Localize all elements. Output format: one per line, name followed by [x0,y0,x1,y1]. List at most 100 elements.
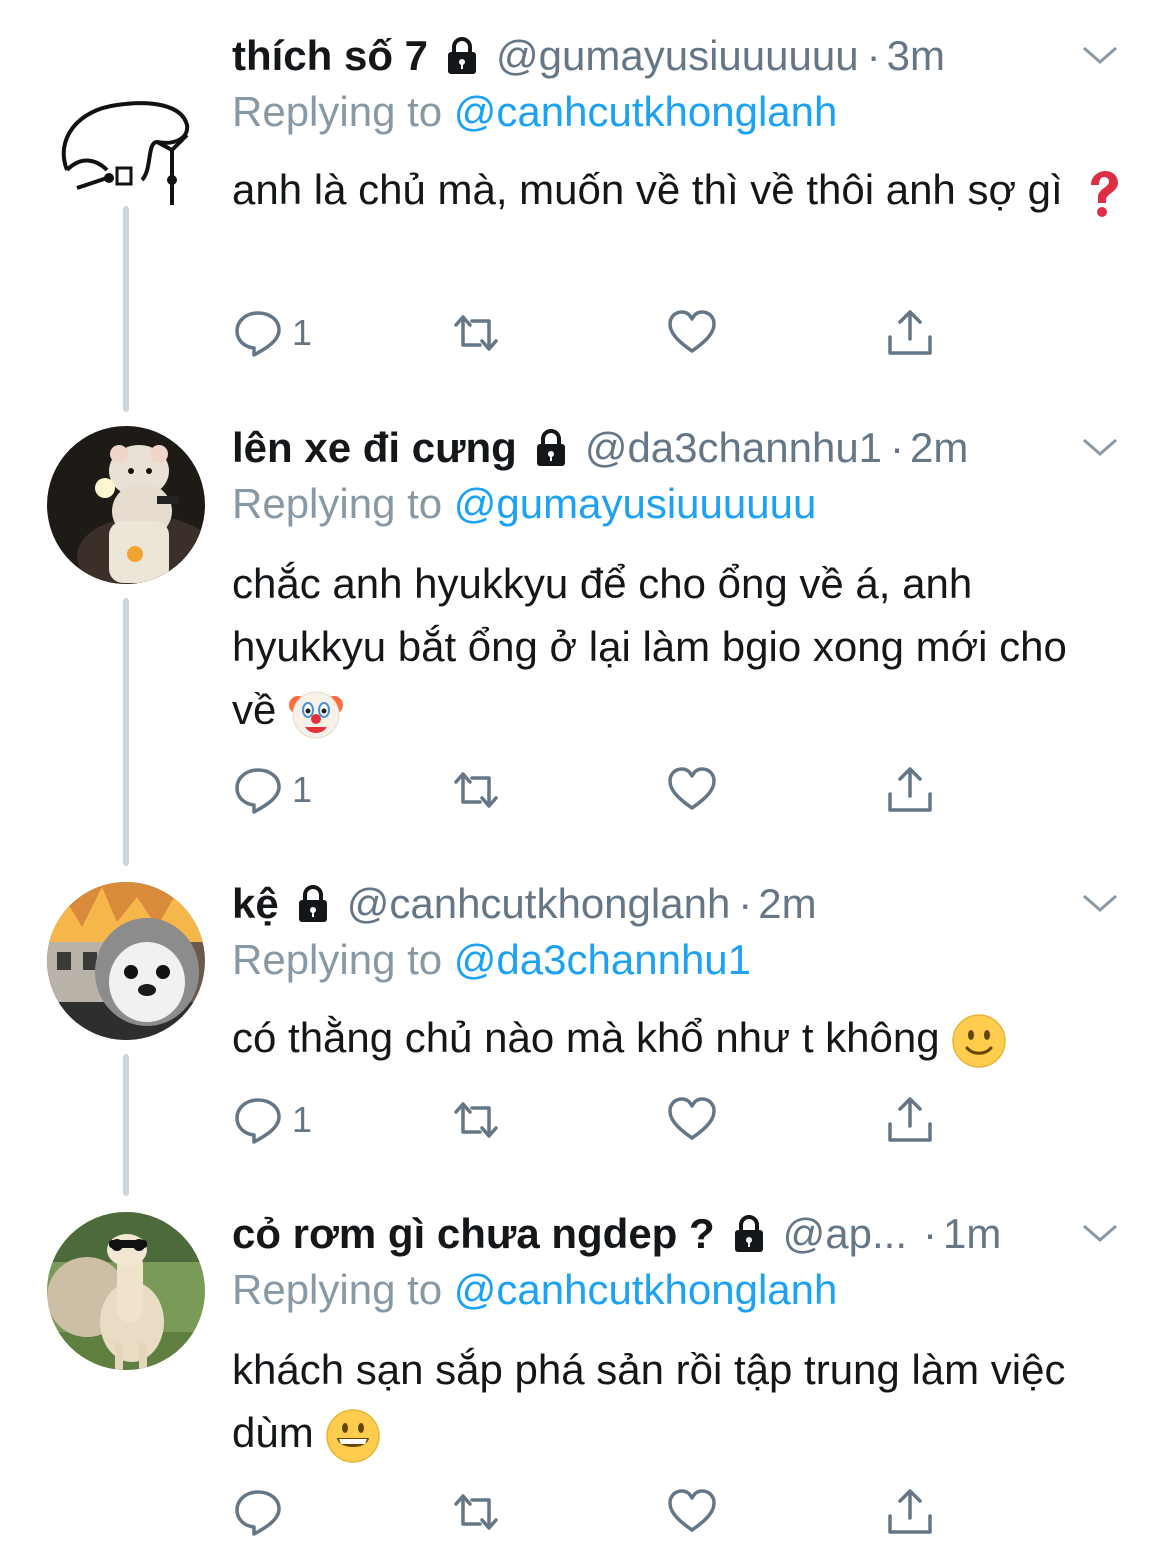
thread-line [123,1054,129,1196]
replying-to-handle[interactable]: @canhcutkhonglanh [454,88,838,135]
thread-line [123,206,129,412]
replying-label: Replying to [232,88,454,135]
hamster-avatar-icon [47,426,205,584]
like-button[interactable] [666,303,718,363]
avatar[interactable] [47,426,205,584]
replying-to: Replying to @da3channhu1 [232,936,751,984]
share-button[interactable] [884,760,936,820]
replying-to: Replying to @canhcutkhonglanh [232,88,837,136]
tweet-text: chắc anh hyukkyu để cho ổng về á, anh hy… [232,552,1112,741]
tweet[interactable]: lên xe đi cưng @da3channhu1 · 2m Replyin… [0,420,1170,866]
tweet-text: anh là chủ mà, muốn về thì về thôi anh s… [232,158,1132,221]
tweet-actions [232,1482,952,1542]
chevron-down-icon[interactable] [1080,432,1120,462]
separator-dot: · [890,424,905,471]
tweet-header: kệ @canhcutkhonglanh · 2m [232,876,1050,932]
reply-button[interactable]: 1 [232,303,312,363]
replying-label: Replying to [232,480,454,527]
reply-button[interactable] [232,1482,292,1542]
chevron-down-icon[interactable] [1080,40,1120,70]
tweet-body: chắc anh hyukkyu để cho ổng về á, anh hy… [232,560,1067,733]
display-name[interactable]: cỏ rơm gì chưa ngdep ? [232,1210,715,1258]
reply-count: 1 [292,769,313,810]
replying-to-handle[interactable]: @canhcutkhonglanh [454,1266,838,1313]
chevron-down-icon[interactable] [1080,888,1120,918]
timestamp[interactable]: 2m [758,880,816,928]
heart-icon [668,1097,716,1140]
user-handle[interactable]: @gumayusiuuuuuu [496,32,859,80]
replying-to-handle[interactable]: @gumayusiuuuuuu [454,480,817,527]
slightly-smiling-face-icon [952,1014,1007,1068]
lock-icon [448,37,477,74]
tweet-actions: 1 [232,1090,952,1150]
display-name[interactable]: lên xe đi cưng [232,424,517,472]
tweet-header: thích số 7 @gumayusiuuuuuu · 3m [232,28,1050,84]
retweet-button[interactable] [450,303,502,363]
share-button[interactable] [884,303,936,363]
tweet[interactable]: kệ @canhcutkhonglanh · 2m Replying to @d… [0,876,1170,1196]
replying-to: Replying to @gumayusiuuuuuu [232,480,816,528]
display-name[interactable]: thích số 7 [232,32,428,80]
timestamp[interactable]: 2m [910,424,968,472]
reply-icon [235,311,281,357]
share-button[interactable] [884,1482,936,1542]
avatar[interactable] [47,60,205,218]
avatar[interactable] [47,1212,205,1370]
doodle-avatar-icon [61,101,190,205]
share-button[interactable] [884,1090,936,1150]
lock-icon [734,1215,763,1252]
retweet-icon [454,772,498,808]
replying-label: Replying to [232,1266,454,1313]
lock-icon [536,429,565,466]
heart-icon [668,767,716,810]
like-button[interactable] [666,1482,718,1542]
user-handle[interactable]: @canhcutkhonglanh [347,880,731,928]
lock-icon [298,885,327,922]
tweet-header: lên xe đi cưng @da3channhu1 · 2m [232,420,1050,476]
replying-label: Replying to [232,936,454,983]
retweet-icon [454,315,498,351]
separator-dot: · [866,32,881,79]
like-button[interactable] [666,1090,718,1150]
chevron-down-icon[interactable] [1080,1218,1120,1248]
tweet-text: khách sạn sắp phá sản rồi tập trung làm … [232,1338,1112,1464]
retweet-icon [454,1494,498,1530]
like-button[interactable] [666,760,718,820]
replying-to-handle[interactable]: @da3channhu1 [454,936,751,983]
share-icon [888,310,932,355]
tweet-header: cỏ rơm gì chưa ngdep ? @ap... · 1m [232,1206,1050,1262]
retweet-button[interactable] [450,1090,502,1150]
avatar[interactable] [47,882,205,1040]
reply-button[interactable]: 1 [232,760,312,820]
separator-dot: · [738,880,753,927]
tweet-text: có thằng chủ nào mà khổ như t không [232,1006,1152,1069]
alpaca-avatar-icon [47,1212,205,1370]
replying-to: Replying to @canhcutkhonglanh [232,1266,837,1314]
reply-icon [235,1098,281,1144]
tweet-actions: 1 [232,303,952,363]
reply-icon [235,1490,281,1536]
retweet-button[interactable] [450,1482,502,1542]
separator-dot: · [923,1210,938,1257]
timestamp[interactable]: 3m [887,32,945,80]
display-name[interactable]: kệ [232,880,279,928]
share-icon [888,1489,932,1534]
share-icon [888,1097,932,1142]
reply-count: 1 [292,312,313,353]
tweet[interactable]: cỏ rơm gì chưa ngdep ? @ap... · 1m Reply… [0,1206,1170,1555]
retweet-icon [454,1102,498,1138]
grinning-face-icon [326,1409,381,1463]
reply-button[interactable]: 1 [232,1090,312,1150]
tweet[interactable]: thích số 7 @gumayusiuuuuuu · 3m Replying… [0,28,1170,413]
thread-line [123,598,129,866]
heart-icon [668,1489,716,1532]
reply-icon [235,768,281,814]
clown-face-icon [289,691,344,739]
share-icon [888,767,932,812]
user-handle[interactable]: @da3channhu1 [585,424,882,472]
retweet-button[interactable] [450,760,502,820]
user-handle[interactable]: @ap... [783,1210,907,1258]
heart-icon [668,310,716,353]
penguin-avatar-icon [47,882,205,1040]
timestamp[interactable]: 1m [943,1210,1001,1258]
